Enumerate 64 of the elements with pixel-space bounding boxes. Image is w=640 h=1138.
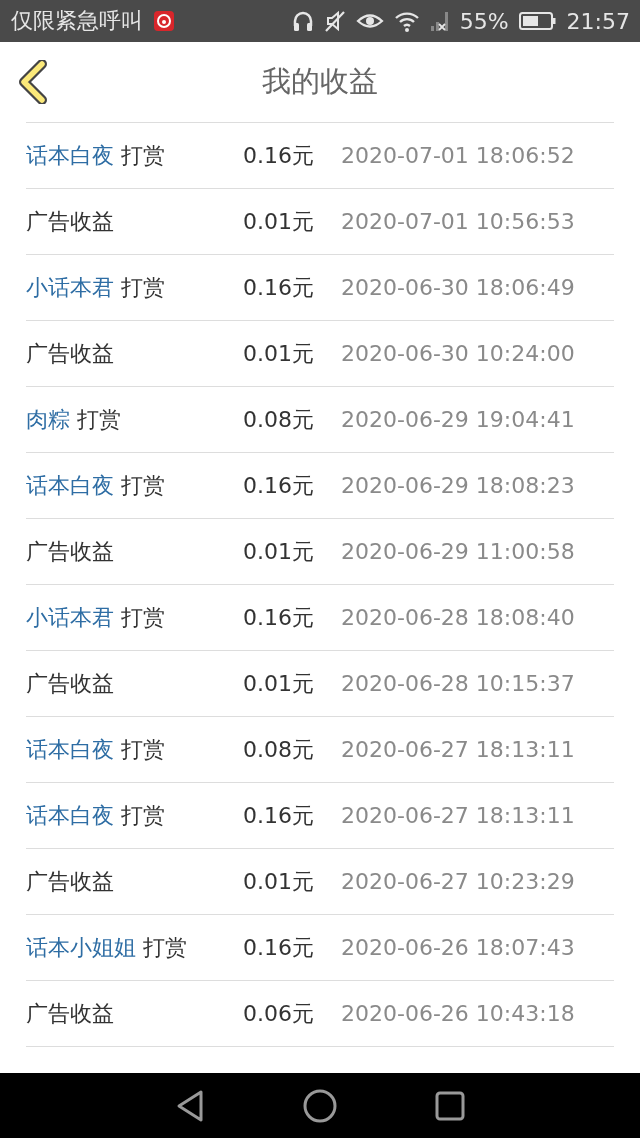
amount-text: 0.16元 <box>243 471 315 500</box>
tip-label: 打赏 <box>120 736 165 762</box>
ad-income-label: 广告收益 <box>26 669 115 698</box>
ad-income-label: 广告收益 <box>26 537 115 566</box>
tip-label: 打赏 <box>76 406 121 432</box>
headphones-icon <box>291 10 314 32</box>
clock-time: 21:57 <box>566 8 630 34</box>
date-time-text: 2020-06-26 18:07:43 <box>341 935 575 960</box>
amount-text: 0.06元 <box>243 999 315 1028</box>
amount-text: 0.01元 <box>243 339 315 368</box>
tip-label: 打赏 <box>120 142 165 168</box>
amount-text: 0.01元 <box>243 207 315 236</box>
tip-label: 打赏 <box>120 802 165 828</box>
username-link[interactable]: 话本小姐姐 <box>26 934 136 960</box>
username-link[interactable]: 话本白夜 <box>26 802 114 828</box>
carrier-text: 仅限紧急呼叫 <box>11 7 143 35</box>
amount-text: 0.16元 <box>243 273 315 302</box>
battery-icon <box>518 11 557 31</box>
tip-label: 打赏 <box>120 274 165 300</box>
signal-icon <box>429 10 450 32</box>
recents-nav-button[interactable] <box>435 1090 465 1121</box>
date-time-text: 2020-06-26 10:43:18 <box>341 1001 575 1026</box>
date-time-text: 2020-06-28 10:15:37 <box>341 671 575 696</box>
date-time-text: 2020-06-30 10:24:00 <box>341 341 575 366</box>
amount-text: 0.01元 <box>243 537 315 566</box>
date-time-text: 2020-06-29 11:00:58 <box>341 539 575 564</box>
page-title: 我的收益 <box>262 63 378 100</box>
back-nav-button[interactable] <box>175 1088 205 1123</box>
amount-text: 0.16元 <box>243 603 315 632</box>
ad-income-label: 广告收益 <box>26 207 115 236</box>
username-link[interactable]: 小话本君 <box>26 604 114 630</box>
username-link[interactable]: 小话本君 <box>26 274 114 300</box>
amount-text: 0.01元 <box>243 867 315 896</box>
date-time-text: 2020-06-27 18:13:11 <box>341 803 575 828</box>
amount-text: 0.16元 <box>243 801 315 830</box>
username-link[interactable]: 话本白夜 <box>26 472 114 498</box>
home-nav-button[interactable] <box>303 1088 337 1123</box>
battery-percent: 55% <box>459 8 509 34</box>
amount-text: 0.16元 <box>243 933 315 962</box>
amount-text: 0.08元 <box>243 405 315 434</box>
mute-icon <box>323 10 346 32</box>
amount-text: 0.16元 <box>243 141 315 170</box>
username-link[interactable]: 话本白夜 <box>26 142 114 168</box>
ad-income-label: 广告收益 <box>26 867 115 896</box>
amount-text: 0.01元 <box>243 669 315 698</box>
back-button[interactable] <box>16 60 50 104</box>
date-time-text: 2020-06-29 18:08:23 <box>341 473 575 498</box>
username-link[interactable]: 肉粽 <box>26 406 70 432</box>
date-time-text: 2020-06-29 19:04:41 <box>341 407 575 432</box>
tip-label: 打赏 <box>142 934 187 960</box>
date-time-text: 2020-06-27 10:23:29 <box>341 869 575 894</box>
tip-label: 打赏 <box>120 604 165 630</box>
ad-income-label: 广告收益 <box>26 999 115 1028</box>
date-time-text: 2020-07-01 18:06:52 <box>341 143 575 168</box>
tip-label: 打赏 <box>120 472 165 498</box>
date-time-text: 2020-06-27 18:13:11 <box>341 737 575 762</box>
date-time-text: 2020-06-30 18:06:49 <box>341 275 575 300</box>
wifi-icon <box>393 10 420 32</box>
ad-income-label: 广告收益 <box>26 339 115 368</box>
amount-text: 0.08元 <box>243 735 315 764</box>
app-notification-icon <box>153 10 175 32</box>
username-link[interactable]: 话本白夜 <box>26 736 114 762</box>
date-time-text: 2020-06-28 18:08:40 <box>341 605 575 630</box>
date-time-text: 2020-07-01 10:56:53 <box>341 209 575 234</box>
